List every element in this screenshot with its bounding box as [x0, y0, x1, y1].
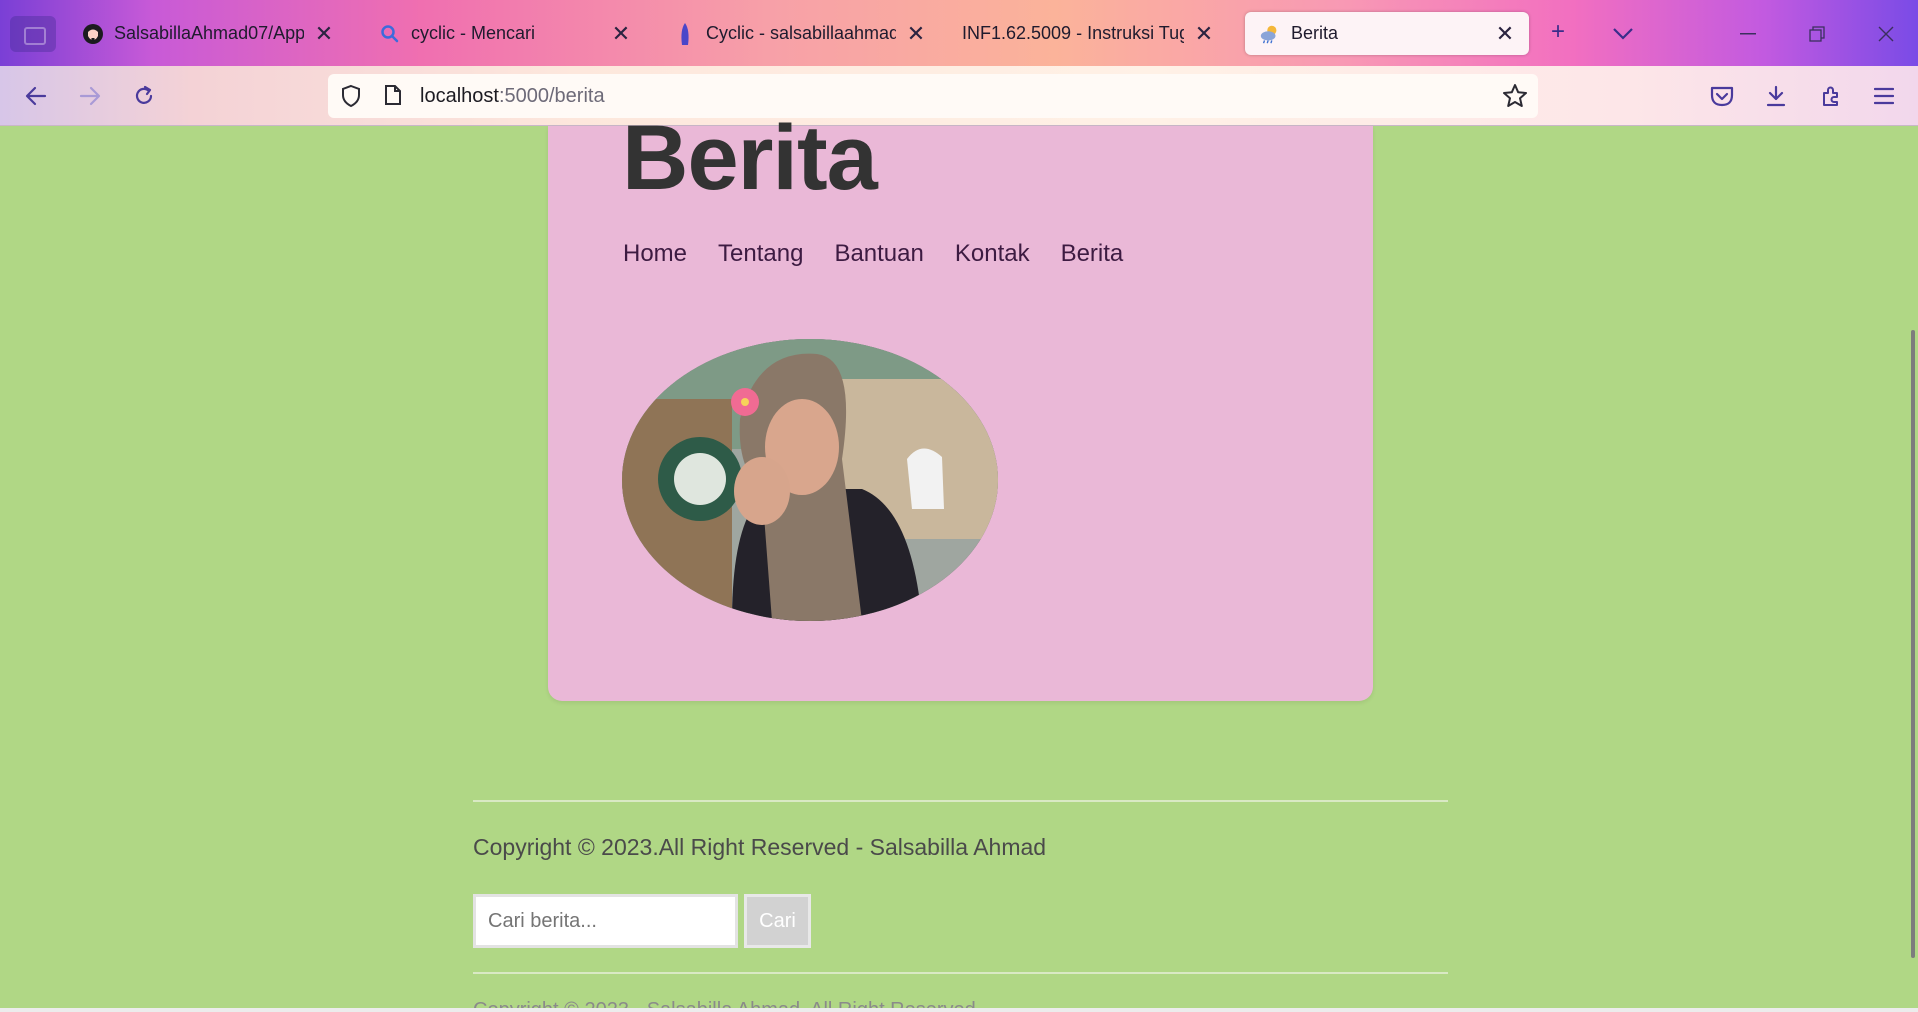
- site-navigation: Home Tentang Bantuan Kontak Berita: [623, 240, 1123, 268]
- url-bar[interactable]: localhost:5000/berita: [328, 74, 1538, 118]
- tab-instruksi-tugas[interactable]: INF1.62.5009 - Instruksi Tugas ✕: [948, 12, 1228, 55]
- content-card: Berita Home Tentang Bantuan Kontak Berit…: [548, 112, 1373, 701]
- tab-title: cyclic - Mencari: [411, 23, 536, 43]
- tab-cyclic-search[interactable]: cyclic - Mencari ✕: [365, 12, 645, 55]
- reload-icon[interactable]: [124, 76, 164, 116]
- close-icon[interactable]: ✕: [1194, 21, 1214, 47]
- github-icon: [82, 23, 104, 45]
- tab-berita[interactable]: Berita ✕: [1245, 12, 1529, 55]
- minimize-icon[interactable]: [1728, 14, 1768, 54]
- footer-divider: [473, 800, 1448, 802]
- search-input[interactable]: [473, 894, 738, 948]
- chevron-down-icon[interactable]: [1612, 20, 1634, 48]
- cyclic-icon: [674, 22, 696, 45]
- close-icon[interactable]: ✕: [1495, 21, 1515, 47]
- page-title: Berita: [622, 107, 878, 209]
- tab-list-button[interactable]: [10, 16, 56, 52]
- restore-icon[interactable]: [1797, 14, 1837, 54]
- new-tab-icon[interactable]: +: [1551, 18, 1565, 46]
- profile-photo: [622, 339, 998, 621]
- star-bookmark-icon[interactable]: [1502, 83, 1528, 114]
- page-icon[interactable]: [384, 84, 402, 111]
- close-icon[interactable]: ✕: [314, 21, 334, 47]
- nav-link-tentang[interactable]: Tentang: [718, 240, 803, 268]
- forward-arrow-icon[interactable]: [70, 76, 110, 116]
- nav-link-home[interactable]: Home: [623, 240, 687, 268]
- search-icon: [379, 23, 401, 45]
- close-icon[interactable]: ✕: [906, 21, 926, 47]
- url-path: :5000/berita: [498, 85, 605, 107]
- footer-divider-bottom: [473, 972, 1448, 974]
- nav-link-kontak[interactable]: Kontak: [955, 240, 1030, 268]
- tab-cyclic[interactable]: Cyclic - salsabillaahmad07 ✕: [660, 12, 940, 55]
- window-close-icon[interactable]: [1866, 14, 1906, 54]
- window-bottom-edge: [0, 1008, 1918, 1012]
- footer-copyright: Copyright © 2023.All Right Reserved - Sa…: [473, 834, 1047, 860]
- tab-title: Berita: [1291, 23, 1339, 43]
- url-host: localhost: [420, 85, 499, 107]
- scrollbar[interactable]: [1911, 330, 1915, 958]
- tab-bar: SalsabillaAhmad07/Appcu ✕ cyclic - Menca…: [0, 0, 1918, 66]
- tab-github[interactable]: SalsabillaAhmad07/Appcu ✕: [68, 12, 348, 55]
- tab-title: SalsabillaAhmad07/Appcu: [114, 23, 304, 43]
- back-arrow-icon[interactable]: [16, 76, 56, 116]
- search-button[interactable]: Cari: [744, 894, 811, 948]
- close-icon[interactable]: ✕: [611, 21, 631, 47]
- tab-title: INF1.62.5009 - Instruksi Tugas: [962, 23, 1184, 43]
- navigation-toolbar: localhost:5000/berita: [0, 66, 1918, 126]
- nav-link-bantuan[interactable]: Bantuan: [834, 240, 923, 268]
- pocket-icon[interactable]: [1702, 76, 1742, 116]
- download-icon[interactable]: [1756, 76, 1796, 116]
- extensions-icon[interactable]: [1811, 76, 1851, 116]
- hamburger-menu-icon[interactable]: [1864, 76, 1904, 116]
- nav-link-berita[interactable]: Berita: [1061, 240, 1124, 268]
- tab-title: Cyclic - salsabillaahmad07: [706, 23, 896, 43]
- shield-icon[interactable]: [340, 84, 362, 113]
- url-text[interactable]: localhost:5000/berita: [420, 85, 605, 108]
- weather-icon: [1259, 23, 1281, 45]
